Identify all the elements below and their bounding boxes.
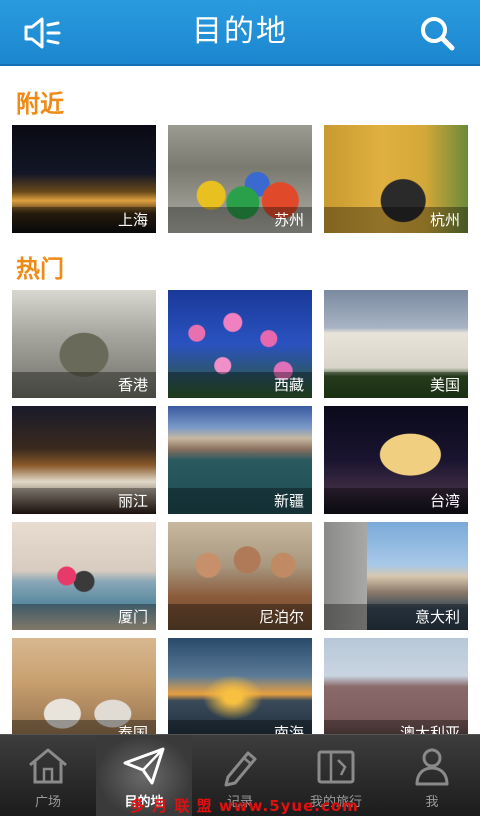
top-bar: 目的地 (0, 0, 480, 66)
tab-label: 广场 (34, 795, 61, 810)
section-title-nearby: 附近 (16, 90, 64, 118)
destination-label: 台湾 (429, 492, 460, 510)
destination-label: 澳大利亚 (399, 724, 460, 734)
pencil-icon (224, 751, 257, 787)
paper-plane-icon (123, 747, 165, 785)
destination-tile-taiwan[interactable]: 台湾 (324, 406, 468, 514)
destination-tile-australia[interactable]: 澳大利亚 (324, 638, 468, 734)
destination-tile-usa[interactable]: 美国 (324, 290, 468, 398)
person-icon (415, 748, 449, 786)
destination-label: 丽江 (117, 492, 148, 510)
destination-list[interactable]: 附近 上海 苏州 杭州 热门 香港 西藏 美国 丽江 新疆 台湾 厦门 尼泊尔 … (0, 66, 480, 734)
destination-label: 西藏 (273, 376, 304, 394)
destination-label: 南海 (273, 724, 304, 734)
destination-tile-thailand[interactable]: 泰国 (12, 638, 156, 734)
search-button[interactable] (414, 10, 460, 56)
tab-me[interactable]: 我 (384, 735, 480, 816)
tab-plaza[interactable]: 广场 (0, 735, 96, 816)
destination-tile-nanhai[interactable]: 南海 (168, 638, 312, 734)
home-icon (29, 748, 67, 784)
destination-label: 意大利 (414, 608, 460, 626)
section-title-hot: 热门 (16, 255, 64, 283)
city-label: 苏州 (273, 211, 304, 229)
destination-tile-italy[interactable]: 意大利 (324, 522, 468, 630)
city-label: 杭州 (429, 211, 460, 229)
destination-tile-xiamen[interactable]: 厦门 (12, 522, 156, 630)
tab-label: 我 (425, 795, 439, 810)
destination-label: 美国 (429, 376, 460, 394)
destination-tile-hongkong[interactable]: 香港 (12, 290, 156, 398)
search-icon (421, 17, 455, 51)
city-label: 上海 (117, 211, 148, 229)
page-title: 目的地 (192, 14, 288, 49)
destination-tile-xinjiang[interactable]: 新疆 (168, 406, 312, 514)
destination-label: 香港 (117, 376, 148, 394)
watermark-text: 多 月 联 盟 www.5yue.com (130, 797, 359, 815)
destination-label: 泰国 (117, 724, 148, 734)
destination-tile-lijiang[interactable]: 丽江 (12, 406, 156, 514)
map-book-icon (317, 750, 355, 784)
city-tile-suzhou[interactable]: 苏州 (168, 125, 312, 233)
destination-tile-nepal[interactable]: 尼泊尔 (168, 522, 312, 630)
city-tile-shanghai[interactable]: 上海 (12, 125, 156, 233)
city-tile-hangzhou[interactable]: 杭州 (324, 125, 468, 233)
destination-tile-tibet[interactable]: 西藏 (168, 290, 312, 398)
destination-label: 厦门 (117, 608, 148, 626)
destination-label: 尼泊尔 (258, 608, 304, 626)
destination-label: 新疆 (273, 492, 304, 510)
